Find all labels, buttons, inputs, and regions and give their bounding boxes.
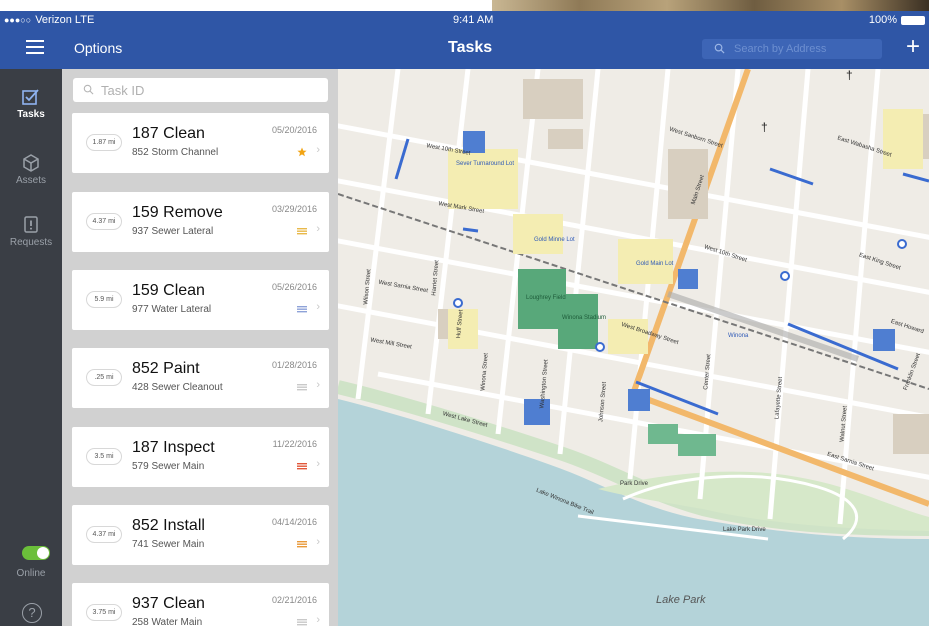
battery-percent: 100% (868, 14, 897, 26)
poi-label: Winona (728, 333, 749, 339)
distance-badge: 4.37 mi (86, 526, 122, 543)
task-asset: 852 Storm Channel (132, 147, 219, 158)
background-photo-strip (492, 0, 929, 11)
options-button[interactable]: Options (74, 40, 122, 56)
chevron-right-icon: › (316, 614, 320, 626)
lake-park-label: Lake Park (656, 594, 706, 606)
task-card[interactable]: 3.75 mi 937 Clean 258 Water Main 02/21/2… (72, 583, 329, 626)
task-list-panel: Task ID 1.87 mi 187 Clean 852 Storm Chan… (62, 69, 338, 626)
priority-bars-icon (297, 463, 307, 470)
task-card[interactable]: 4.37 mi 159 Remove 937 Sewer Lateral 03/… (72, 192, 329, 252)
priority-bars-icon (297, 228, 307, 235)
chevron-right-icon: › (316, 379, 320, 391)
rail-item-tasks[interactable]: Tasks (0, 87, 62, 120)
chevron-right-icon: › (316, 301, 320, 313)
chevron-right-icon: › (316, 536, 320, 548)
task-id-search-input[interactable]: Task ID (73, 78, 328, 102)
alert-icon (24, 216, 38, 233)
task-name: 852 Install (132, 517, 205, 534)
page-title: Tasks (448, 39, 493, 56)
svg-text:†: † (761, 120, 768, 134)
distance-badge: 3.75 mi (86, 604, 122, 621)
distance-badge: 3.5 mi (86, 448, 122, 465)
task-asset: 579 Sewer Main (132, 461, 205, 472)
poi-label: Gold Main Lot (636, 261, 674, 267)
task-card[interactable]: .25 mi 852 Paint 428 Sewer Cleanout 01/2… (72, 348, 329, 408)
task-asset: 258 Water Main (132, 617, 203, 626)
carrier-name: Verizon LTE (35, 14, 95, 26)
poi-label: Winona Stadium (562, 315, 607, 321)
add-task-button[interactable]: + (906, 35, 920, 59)
street-label: Park Drive (620, 481, 649, 487)
task-date: 05/26/2016 (271, 282, 317, 292)
signal-dots: ●●●○○ (4, 15, 32, 25)
online-toggle[interactable] (22, 546, 50, 560)
task-name: 852 Paint (132, 360, 200, 377)
poi-label: Sever Turnaround Lot (456, 161, 515, 167)
task-asset: 428 Sewer Cleanout (132, 382, 223, 393)
distance-badge: 5.9 mi (86, 291, 122, 308)
chevron-right-icon: › (316, 144, 320, 156)
task-id-placeholder: Task ID (101, 82, 145, 98)
rail-item-requests[interactable]: Requests (0, 215, 62, 248)
status-time: 9:41 AM (453, 14, 494, 26)
carrier-info: ●●●○○ Verizon LTE (4, 11, 94, 29)
task-date: 05/20/2016 (271, 125, 317, 135)
side-rail: Tasks Assets Requests Online ? (0, 69, 62, 626)
task-name: 187 Inspect (132, 439, 215, 456)
map-canvas: † † (338, 69, 929, 626)
priority-bars-icon (297, 306, 307, 313)
task-date: 01/28/2016 (271, 360, 317, 370)
distance-badge: 4.37 mi (86, 213, 122, 230)
task-asset: 937 Sewer Lateral (132, 226, 214, 237)
task-asset: 741 Sewer Main (132, 539, 205, 550)
cube-icon (23, 154, 39, 172)
task-date: 02/21/2016 (271, 595, 317, 605)
tasks-icon (22, 89, 39, 105)
task-date: 04/14/2016 (271, 517, 317, 527)
map-view[interactable]: † † West 10th Street West Mark Street We… (338, 69, 929, 626)
task-date: 11/22/2016 (272, 439, 317, 449)
task-card[interactable]: 5.9 mi 159 Clean 977 Water Lateral 05/26… (72, 270, 329, 330)
task-asset: 977 Water Lateral (132, 304, 212, 315)
priority-bars-icon (297, 384, 307, 391)
chevron-right-icon: › (316, 223, 320, 235)
street-label: Lake Park Drive (723, 527, 766, 533)
distance-badge: .25 mi (86, 369, 122, 386)
poi-label: Gold Minne Lot (534, 237, 575, 243)
task-name: 159 Remove (132, 204, 223, 221)
task-name: 159 Clean (132, 282, 205, 299)
distance-badge: 1.87 mi (86, 134, 122, 151)
task-card[interactable]: 4.37 mi 852 Install 741 Sewer Main 04/14… (72, 505, 329, 565)
task-date: 03/29/2016 (271, 204, 317, 214)
task-name: 937 Clean (132, 595, 205, 612)
star-priority-icon (297, 147, 307, 157)
chevron-right-icon: › (316, 458, 320, 470)
rail-item-label: Tasks (17, 109, 45, 120)
priority-bars-icon (297, 541, 307, 548)
rail-item-label: Requests (9, 237, 53, 248)
address-search-input[interactable]: Search by Address (702, 39, 882, 59)
poi-label: Loughrey Field (526, 295, 566, 301)
status-bar: ●●●○○ Verizon LTE 9:41 AM 100% (0, 11, 929, 29)
task-card[interactable]: 1.87 mi 187 Clean 852 Storm Channel 05/2… (72, 113, 329, 173)
task-card[interactable]: 3.5 mi 187 Inspect 579 Sewer Main 11/22/… (72, 427, 329, 487)
rail-item-assets[interactable]: Assets (0, 153, 62, 186)
online-label: Online (16, 568, 46, 579)
address-search-placeholder: Search by Address (734, 43, 827, 55)
search-icon (83, 84, 94, 95)
help-icon[interactable]: ? (22, 603, 42, 623)
rail-item-label: Assets (15, 175, 46, 186)
nav-bar: Options Tasks Search by Address + (0, 29, 929, 69)
search-icon (714, 43, 725, 54)
hamburger-menu-icon[interactable] (26, 40, 44, 56)
battery-icon (901, 16, 925, 25)
priority-bars-icon (297, 619, 307, 626)
svg-text:†: † (846, 69, 853, 82)
task-name: 187 Clean (132, 125, 205, 142)
